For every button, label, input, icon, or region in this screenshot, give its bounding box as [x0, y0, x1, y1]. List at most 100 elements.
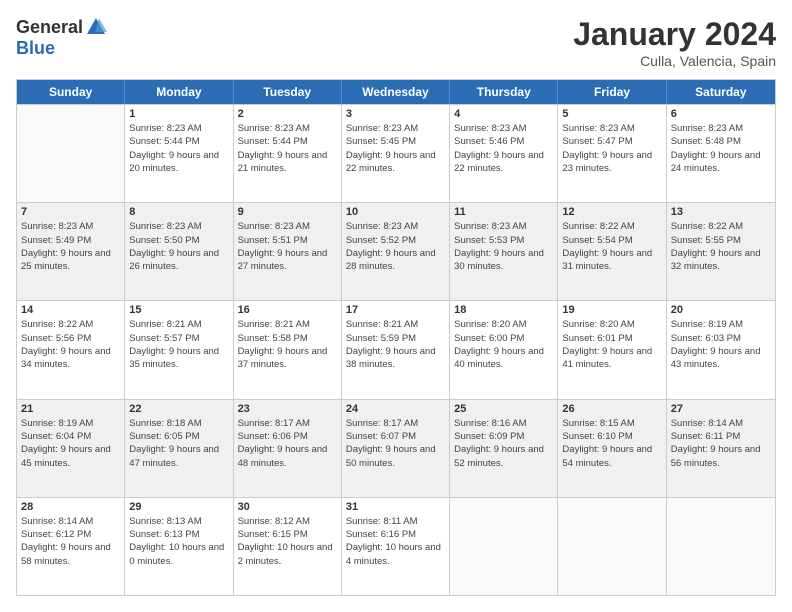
day-number: 23	[238, 403, 337, 415]
day-number: 31	[346, 501, 445, 513]
calendar-body: 1Sunrise: 8:23 AMSunset: 5:44 PMDaylight…	[17, 104, 775, 595]
sunrise-text: Sunrise: 8:17 AM	[346, 417, 445, 430]
day-number: 30	[238, 501, 337, 513]
day-number: 26	[562, 403, 661, 415]
sunrise-text: Sunrise: 8:12 AM	[238, 515, 337, 528]
daylight-text: Daylight: 9 hours and 30 minutes.	[454, 247, 553, 274]
sunrise-text: Sunrise: 8:18 AM	[129, 417, 228, 430]
day-number: 5	[562, 108, 661, 120]
sunset-text: Sunset: 5:57 PM	[129, 332, 228, 345]
daylight-text: Daylight: 9 hours and 32 minutes.	[671, 247, 771, 274]
sunset-text: Sunset: 6:13 PM	[129, 528, 228, 541]
calendar: Sunday Monday Tuesday Wednesday Thursday…	[16, 79, 776, 596]
sunset-text: Sunset: 5:58 PM	[238, 332, 337, 345]
daylight-text: Daylight: 9 hours and 22 minutes.	[346, 149, 445, 176]
day-number: 22	[129, 403, 228, 415]
calendar-week-5: 28Sunrise: 8:14 AMSunset: 6:12 PMDayligh…	[17, 497, 775, 595]
calendar-cell-4: 4Sunrise: 8:23 AMSunset: 5:46 PMDaylight…	[450, 105, 558, 202]
day-number: 20	[671, 304, 771, 316]
sunrise-text: Sunrise: 8:15 AM	[562, 417, 661, 430]
daylight-text: Daylight: 9 hours and 25 minutes.	[21, 247, 120, 274]
sunset-text: Sunset: 6:05 PM	[129, 430, 228, 443]
header: General Blue January 2024 Culla, Valenci…	[16, 16, 776, 69]
sunset-text: Sunset: 6:00 PM	[454, 332, 553, 345]
sunrise-text: Sunrise: 8:22 AM	[562, 220, 661, 233]
sunrise-text: Sunrise: 8:22 AM	[21, 318, 120, 331]
calendar-cell-22: 22 Sunrise: 8:18 AMSunset: 6:05 PMDayligh…	[125, 400, 233, 497]
daylight-text: Daylight: 9 hours and 52 minutes.	[454, 443, 553, 470]
day-number: 17	[346, 304, 445, 316]
daylight-text: Daylight: 10 hours and 0 minutes.	[129, 541, 228, 568]
sunrise-text: Sunrise: 8:23 AM	[129, 220, 228, 233]
daylight-text: Daylight: 9 hours and 35 minutes.	[129, 345, 228, 372]
sunset-text: Sunset: 6:12 PM	[21, 528, 120, 541]
calendar-cell-11: 11Sunrise: 8:23 AMSunset: 5:53 PMDayligh…	[450, 203, 558, 300]
day-number: 2	[238, 108, 337, 120]
col-tuesday: Tuesday	[234, 80, 342, 104]
daylight-text: Daylight: 9 hours and 20 minutes.	[129, 149, 228, 176]
col-wednesday: Wednesday	[342, 80, 450, 104]
sunrise-text: Sunrise: 8:22 AM	[671, 220, 771, 233]
calendar-cell-2: 2Sunrise: 8:23 AMSunset: 5:44 PMDaylight…	[234, 105, 342, 202]
daylight-text: Daylight: 9 hours and 22 minutes.	[454, 149, 553, 176]
sunrise-text: Sunrise: 8:23 AM	[454, 220, 553, 233]
sunrise-text: Sunrise: 8:16 AM	[454, 417, 553, 430]
sunrise-text: Sunrise: 8:17 AM	[238, 417, 337, 430]
day-number: 10	[346, 206, 445, 218]
sunrise-text: Sunrise: 8:14 AM	[21, 515, 120, 528]
sunrise-text: Sunrise: 8:20 AM	[562, 318, 661, 331]
sunset-text: Sunset: 5:45 PM	[346, 135, 445, 148]
logo-general-text: General	[16, 17, 83, 38]
calendar-cell-29: 29Sunrise: 8:13 AMSunset: 6:13 PMDayligh…	[125, 498, 233, 595]
calendar-header-row: Sunday Monday Tuesday Wednesday Thursday…	[17, 80, 775, 104]
day-number: 6	[671, 108, 771, 120]
sunset-text: Sunset: 5:54 PM	[562, 234, 661, 247]
daylight-text: Daylight: 9 hours and 47 minutes.	[129, 443, 228, 470]
day-number: 14	[21, 304, 120, 316]
calendar-cell-17: 17Sunrise: 8:21 AMSunset: 5:59 PMDayligh…	[342, 301, 450, 398]
daylight-text: Daylight: 9 hours and 28 minutes.	[346, 247, 445, 274]
daylight-text: Daylight: 9 hours and 56 minutes.	[671, 443, 771, 470]
col-saturday: Saturday	[667, 80, 775, 104]
day-number: 18	[454, 304, 553, 316]
sunset-text: Sunset: 6:10 PM	[562, 430, 661, 443]
calendar-cell-empty	[17, 105, 125, 202]
daylight-text: Daylight: 9 hours and 41 minutes.	[562, 345, 661, 372]
sunset-text: Sunset: 5:52 PM	[346, 234, 445, 247]
calendar-cell-18: 18Sunrise: 8:20 AMSunset: 6:00 PMDayligh…	[450, 301, 558, 398]
day-number: 29	[129, 501, 228, 513]
col-sunday: Sunday	[17, 80, 125, 104]
sunrise-text: Sunrise: 8:11 AM	[346, 515, 445, 528]
calendar-cell-21: 21Sunrise: 8:19 AMSunset: 6:04 PMDayligh…	[17, 400, 125, 497]
day-number: 4	[454, 108, 553, 120]
calendar-cell-24: 24Sunrise: 8:17 AMSunset: 6:07 PMDayligh…	[342, 400, 450, 497]
title-area: January 2024 Culla, Valencia, Spain	[573, 16, 776, 69]
day-number: 27	[671, 403, 771, 415]
sunrise-text: Sunrise: 8:23 AM	[238, 122, 337, 135]
sunset-text: Sunset: 6:01 PM	[562, 332, 661, 345]
daylight-text: Daylight: 9 hours and 21 minutes.	[238, 149, 337, 176]
daylight-text: Daylight: 9 hours and 38 minutes.	[346, 345, 445, 372]
col-friday: Friday	[558, 80, 666, 104]
sunset-text: Sunset: 5:51 PM	[238, 234, 337, 247]
sunset-text: Sunset: 6:09 PM	[454, 430, 553, 443]
daylight-text: Daylight: 9 hours and 34 minutes.	[21, 345, 120, 372]
calendar-cell-10: 10Sunrise: 8:23 AMSunset: 5:52 PMDayligh…	[342, 203, 450, 300]
calendar-cell-9: 9Sunrise: 8:23 AMSunset: 5:51 PMDaylight…	[234, 203, 342, 300]
calendar-cell-3: 3Sunrise: 8:23 AMSunset: 5:45 PMDaylight…	[342, 105, 450, 202]
sunrise-text: Sunrise: 8:23 AM	[671, 122, 771, 135]
logo: General Blue	[16, 16, 107, 59]
daylight-text: Daylight: 9 hours and 26 minutes.	[129, 247, 228, 274]
daylight-text: Daylight: 10 hours and 4 minutes.	[346, 541, 445, 568]
day-number: 15	[129, 304, 228, 316]
sunset-text: Sunset: 5:49 PM	[21, 234, 120, 247]
daylight-text: Daylight: 9 hours and 40 minutes.	[454, 345, 553, 372]
sunset-text: Sunset: 5:59 PM	[346, 332, 445, 345]
calendar-cell-23: 23Sunrise: 8:17 AMSunset: 6:06 PMDayligh…	[234, 400, 342, 497]
sunset-text: Sunset: 6:11 PM	[671, 430, 771, 443]
daylight-text: Daylight: 9 hours and 50 minutes.	[346, 443, 445, 470]
sunrise-text: Sunrise: 8:14 AM	[671, 417, 771, 430]
day-number: 7	[21, 206, 120, 218]
sunrise-text: Sunrise: 8:23 AM	[346, 122, 445, 135]
col-monday: Monday	[125, 80, 233, 104]
